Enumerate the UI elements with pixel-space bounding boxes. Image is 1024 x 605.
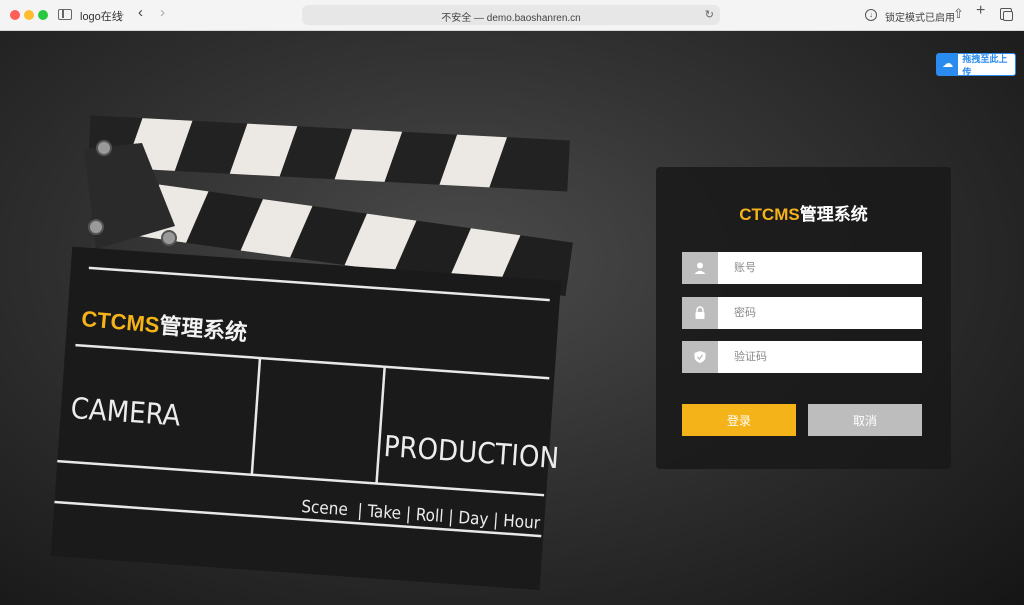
share-icon[interactable]: ⇧ bbox=[953, 6, 964, 22]
lock-icon bbox=[682, 297, 718, 329]
forward-icon[interactable]: › bbox=[160, 5, 165, 21]
close-window-button[interactable] bbox=[10, 10, 20, 20]
login-panel: CTCMS管理系统 登录 取消 bbox=[656, 167, 951, 469]
password-field bbox=[682, 297, 922, 329]
password-input[interactable] bbox=[732, 297, 922, 329]
lockdown-mode-label[interactable]: 锁定模式已启用 bbox=[885, 9, 955, 24]
screw-icon bbox=[88, 219, 104, 235]
login-button[interactable]: 登录 bbox=[682, 404, 796, 436]
user-icon bbox=[682, 252, 718, 284]
back-icon[interactable]: ‹ bbox=[138, 5, 143, 21]
account-field bbox=[682, 252, 922, 284]
captcha-input[interactable] bbox=[732, 341, 922, 373]
chevron-down-icon[interactable]: ⌄ bbox=[118, 8, 126, 19]
minimize-window-button[interactable] bbox=[24, 10, 34, 20]
shield-icon bbox=[682, 341, 718, 373]
cloud-upload-icon: ☁ bbox=[937, 54, 959, 75]
captcha-field bbox=[682, 341, 922, 373]
login-title-suffix: 管理系统 bbox=[799, 205, 868, 224]
screw-icon bbox=[161, 230, 177, 246]
maximize-window-button[interactable] bbox=[38, 10, 48, 20]
clapper-title-suffix: 管理系统 bbox=[158, 312, 249, 346]
cancel-button[interactable]: 取消 bbox=[808, 404, 922, 436]
address-bar[interactable]: 不安全 — demo.baoshanren.cn ↻ bbox=[302, 5, 720, 25]
reload-icon[interactable]: ↻ bbox=[705, 8, 714, 21]
clapper-brand: CTCMS bbox=[80, 305, 161, 338]
login-page: CTCMS管理系统 CAMERA PRODUCTION Scene | Take… bbox=[0, 31, 1024, 605]
browser-toolbar: logo在线 ⌄ ‹ › 不安全 — demo.baoshanren.cn ↻ … bbox=[0, 0, 1024, 31]
tab-overview-icon[interactable] bbox=[1000, 8, 1013, 21]
download-icon[interactable]: ↓ bbox=[865, 9, 877, 21]
sidebar-toggle-icon[interactable] bbox=[58, 9, 72, 20]
url-text[interactable]: 不安全 — demo.baoshanren.cn bbox=[302, 9, 720, 24]
screw-icon bbox=[96, 140, 112, 156]
drag-upload-button[interactable]: ☁ 拖拽至此上传 bbox=[936, 53, 1016, 77]
new-tab-icon[interactable]: + bbox=[976, 3, 985, 19]
account-input[interactable] bbox=[732, 252, 922, 284]
login-brand: CTCMS bbox=[739, 205, 800, 224]
login-title: CTCMS管理系统 bbox=[656, 200, 951, 225]
tab-group-title[interactable]: logo在线 bbox=[80, 8, 123, 24]
upload-label: 拖拽至此上传 bbox=[962, 53, 1008, 77]
